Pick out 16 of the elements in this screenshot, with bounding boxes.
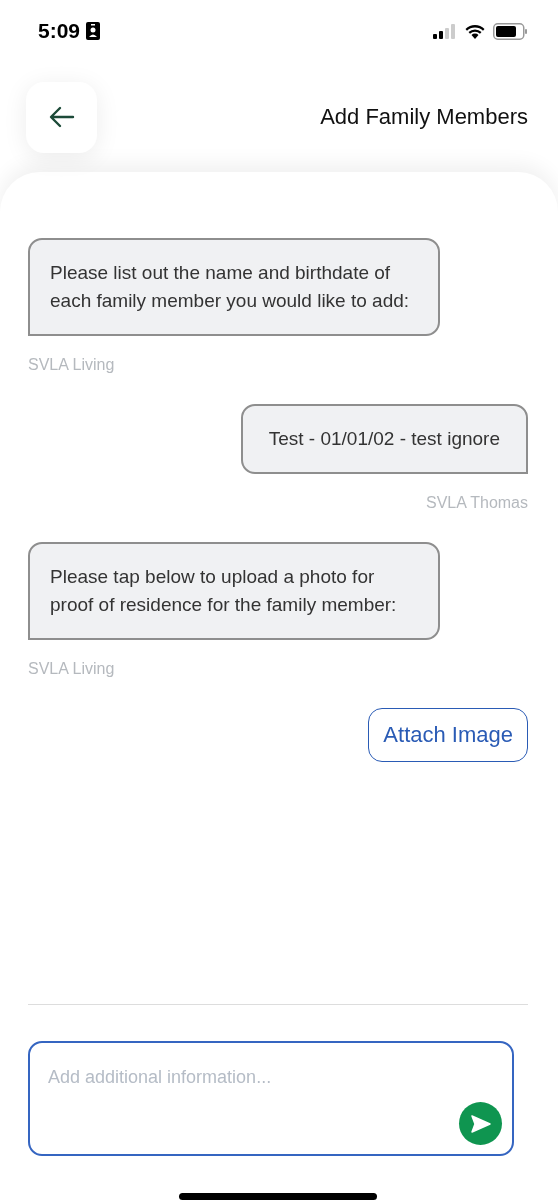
sender-name: SVLA Living <box>28 356 116 374</box>
message-bubble: Please list out the name and birthdate of each family member you would like to add: <box>28 238 440 336</box>
send-icon <box>470 1114 491 1133</box>
message-bubble: Please tap below to upload a photo for proof of residence for the family member: <box>28 542 440 640</box>
message-input[interactable]: Add additional information... <box>28 1041 514 1156</box>
id-card-icon <box>86 22 101 40</box>
sender-name: SVLA Living <box>28 660 116 678</box>
screen-title: Add Family Members <box>320 104 528 130</box>
status-time: 5:09 <box>38 19 81 43</box>
attach-image-button[interactable]: Attach Image <box>368 708 528 762</box>
back-arrow-icon <box>48 106 75 128</box>
wifi-icon <box>464 23 486 39</box>
battery-icon <box>493 22 528 40</box>
signal-icon <box>433 23 457 39</box>
message-bubble: Test - 01/01/02 - test ignore <box>240 404 528 474</box>
sender-name: SVLA Thomas <box>426 494 528 512</box>
